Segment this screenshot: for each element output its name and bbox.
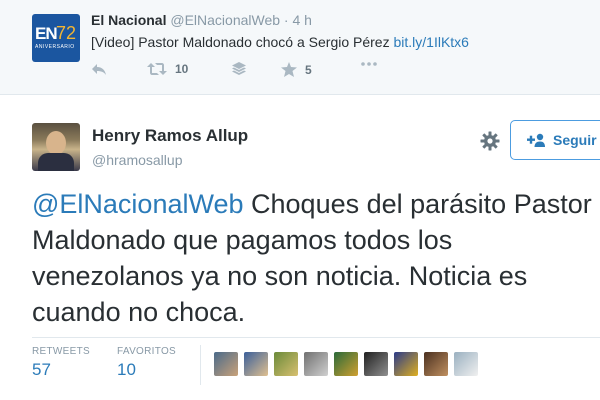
favorite-button[interactable]: 5: [281, 62, 312, 77]
follow-label: Seguir: [553, 132, 597, 148]
tweet-text: @ElNacionalWeb Choques del parásito Past…: [32, 186, 600, 330]
retweet-icon: [147, 63, 167, 75]
favoriter-avatar[interactable]: [424, 352, 448, 376]
favorites-label: FAVORITOS: [117, 346, 177, 357]
parent-tweet[interactable]: EN 72 ANIVERSARIO El Nacional @ElNaciona…: [0, 0, 600, 95]
author-handle[interactable]: @hramosallup: [92, 152, 182, 168]
favorites-value: 10: [117, 360, 136, 379]
favoriter-avatar[interactable]: [454, 352, 478, 376]
favoriter-avatar[interactable]: [394, 352, 418, 376]
author-avatar[interactable]: [32, 123, 80, 171]
parent-tweet-header: El Nacional @ElNacionalWeb · 4 h: [91, 12, 312, 28]
parent-author-name[interactable]: El Nacional: [91, 12, 166, 28]
retweet-count: 10: [175, 62, 189, 76]
follow-button[interactable]: Seguir: [510, 120, 600, 160]
add-user-icon: [527, 133, 545, 147]
more-icon: [361, 62, 377, 66]
more-button[interactable]: [361, 62, 377, 66]
parent-time-separator: ·: [283, 12, 289, 28]
avatar-logo-number: 72: [56, 23, 77, 43]
favoriter-avatar[interactable]: [304, 352, 328, 376]
stats-vertical-divider: [200, 345, 201, 385]
layers-icon: [232, 62, 246, 75]
favoriter-avatar[interactable]: [214, 352, 238, 376]
retweets-value: 57: [32, 360, 51, 379]
stats-divider: [32, 337, 600, 338]
avatar-face: [46, 131, 66, 155]
reply-button[interactable]: [91, 62, 107, 76]
parent-author-handle[interactable]: @ElNacionalWeb: [170, 12, 280, 28]
retweets-stat[interactable]: RETWEETS 57: [32, 346, 90, 380]
favorite-count: 5: [305, 62, 312, 77]
favoriter-avatar[interactable]: [364, 352, 388, 376]
retweet-button[interactable]: 10: [147, 62, 188, 76]
parent-timestamp[interactable]: 4 h: [292, 12, 311, 28]
avatar-logo-text: EN: [35, 24, 58, 43]
parent-tweet-body: [Video] Pastor Maldonado chocó a Sergio …: [91, 34, 390, 50]
retweets-label: RETWEETS: [32, 346, 90, 357]
gear-icon[interactable]: [480, 131, 500, 151]
favoriter-avatar[interactable]: [274, 352, 298, 376]
buffer-button[interactable]: [232, 62, 246, 76]
el-nacional-avatar[interactable]: EN 72 ANIVERSARIO: [32, 14, 80, 62]
favoriter-avatar[interactable]: [244, 352, 268, 376]
favoriter-avatar[interactable]: [334, 352, 358, 376]
parent-tweet-link[interactable]: bit.ly/1IlKtx6: [393, 34, 468, 50]
star-icon: [281, 62, 297, 77]
tweet-mention[interactable]: @ElNacionalWeb: [32, 189, 244, 219]
favorites-stat[interactable]: FAVORITOS 10: [117, 346, 176, 380]
reply-icon: [92, 64, 106, 75]
avatar-logo-subtitle: ANIVERSARIO: [35, 44, 75, 50]
author-name[interactable]: Henry Ramos Allup: [92, 126, 248, 146]
parent-tweet-text: [Video] Pastor Maldonado chocó a Sergio …: [91, 34, 469, 50]
avatar-suit: [38, 153, 74, 171]
